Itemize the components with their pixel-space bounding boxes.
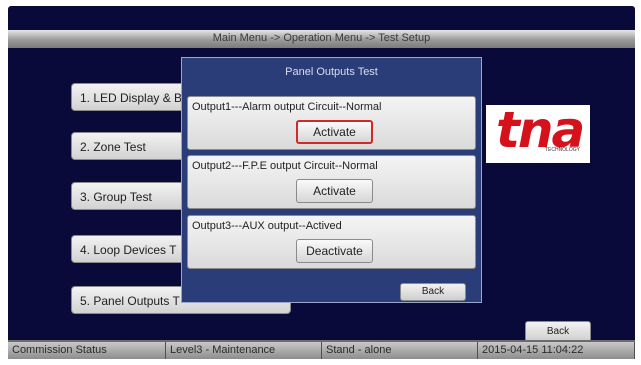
brand-logo: tna TECHNOLOGY [486, 101, 590, 163]
output2-label: Output2---F.P.E output Circuit--Normal [192, 160, 378, 172]
logo-subtext: TECHNOLOGY [544, 147, 580, 153]
output1-label: Output1---Alarm output Circuit--Normal [192, 101, 382, 113]
dialog-back-button[interactable]: Back [400, 283, 466, 301]
status-bar: Commission Status Level3 - Maintenance S… [8, 340, 635, 359]
output2-row: Output2---F.P.E output Circuit--Normal A… [187, 155, 476, 209]
dialog-title: Panel Outputs Test [285, 66, 378, 78]
output1-activate-button[interactable]: Activate [296, 120, 373, 144]
screen: Main Menu -> Operation Menu -> Test Setu… [0, 0, 641, 365]
status-access-level: Level3 - Maintenance [166, 342, 322, 359]
back-button[interactable]: Back [525, 321, 591, 342]
output3-row: Output3---AUX output--Actived Deactivate [187, 215, 476, 269]
panel-outputs-dialog: Panel Outputs Test Output1---Alarm outpu… [181, 57, 482, 303]
status-network-mode: Stand - alone [322, 342, 478, 359]
status-commission: Commission Status [8, 342, 166, 359]
output1-row: Output1---Alarm output Circuit--Normal A… [187, 96, 476, 150]
output2-activate-button[interactable]: Activate [296, 179, 373, 203]
status-datetime: 2015-04-15 11:04:22 [478, 342, 635, 359]
breadcrumb-bar: Main Menu -> Operation Menu -> Test Setu… [8, 30, 635, 48]
breadcrumb: Main Menu -> Operation Menu -> Test Setu… [212, 32, 431, 44]
output3-deactivate-button[interactable]: Deactivate [296, 239, 373, 263]
output3-label: Output3---AUX output--Actived [192, 220, 342, 232]
